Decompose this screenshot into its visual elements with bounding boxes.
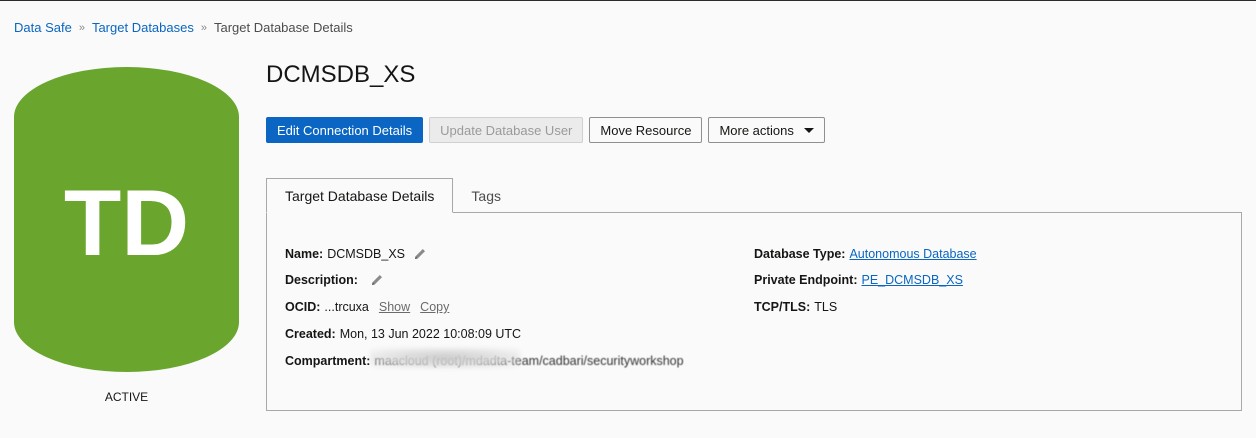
action-toolbar: Edit Connection Details Update Database … — [266, 117, 825, 143]
name-value: DCMSDB_XS — [327, 247, 406, 261]
created-field: Created: Mon, 13 Jun 2022 10:08:09 UTC — [285, 327, 521, 341]
pencil-icon[interactable] — [370, 273, 384, 287]
breadcrumb-current: Target Database Details — [213, 20, 353, 35]
private-endpoint-label: Private Endpoint: — [754, 273, 858, 287]
private-endpoint-link[interactable]: PE_DCMSDB_XS — [861, 273, 962, 287]
database-type-link[interactable]: Autonomous Database — [849, 247, 976, 261]
name-label: Name: — [285, 247, 324, 261]
tab-target-database-details[interactable]: Target Database Details — [266, 178, 454, 213]
update-database-user-button[interactable]: Update Database User — [429, 117, 584, 143]
breadcrumb-data-safe[interactable]: Data Safe — [14, 20, 72, 35]
private-endpoint-field: Private Endpoint: PE_DCMSDB_XS — [754, 273, 963, 287]
edit-connection-details-button[interactable]: Edit Connection Details — [266, 117, 424, 143]
ocid-show-link[interactable]: Show — [379, 300, 410, 314]
ocid-field: OCID: ...trcuxa Show Copy — [285, 300, 449, 314]
tab-bar: Target Database Details Tags — [266, 178, 519, 213]
ocid-copy-link[interactable]: Copy — [420, 300, 449, 314]
redaction-mask — [370, 348, 521, 368]
breadcrumb-separator: » — [78, 21, 85, 34]
breadcrumb-separator: » — [200, 21, 207, 34]
ocid-value: ...trcuxa — [324, 300, 369, 314]
created-label: Created: — [285, 327, 336, 341]
compartment-field: Compartment: maacloud (root)/mdadta-team… — [285, 348, 684, 368]
compartment-label: Compartment: — [285, 354, 371, 368]
move-resource-button[interactable]: Move Resource — [589, 117, 703, 143]
name-field: Name: DCMSDB_XS — [285, 247, 427, 261]
tcp-tls-value: TLS — [814, 300, 838, 314]
pencil-icon[interactable] — [413, 247, 427, 261]
breadcrumb-target-databases[interactable]: Target Databases — [92, 20, 194, 35]
created-value: Mon, 13 Jun 2022 10:08:09 UTC — [339, 327, 522, 341]
chevron-down-icon — [803, 127, 814, 133]
status-badge: ACTIVE — [104, 390, 149, 404]
tcp-tls-label: TCP/TLS: — [754, 300, 811, 314]
database-type-label: Database Type: — [754, 247, 846, 261]
compartment-value-wrap: maacloud (root)/mdadta-team/cadbari/secu… — [370, 348, 684, 368]
breadcrumb: Data Safe » Target Databases » Target Da… — [14, 20, 353, 35]
more-actions-label: More actions — [719, 122, 794, 138]
database-icon: TD — [14, 67, 239, 372]
tcp-tls-field: TCP/TLS: TLS — [754, 300, 837, 314]
details-panel: Name: DCMSDB_XS Description: OCID: ...tr… — [266, 212, 1242, 411]
more-actions-button[interactable]: More actions — [708, 117, 825, 143]
ocid-label: OCID: — [285, 300, 321, 314]
page-title: DCMSDB_XS — [266, 61, 416, 88]
database-type-field: Database Type: Autonomous Database — [754, 247, 977, 261]
description-field: Description: — [285, 273, 384, 287]
description-label: Description: — [285, 273, 358, 287]
tab-tags[interactable]: Tags — [453, 178, 519, 213]
resource-initials: TD — [64, 170, 189, 275]
